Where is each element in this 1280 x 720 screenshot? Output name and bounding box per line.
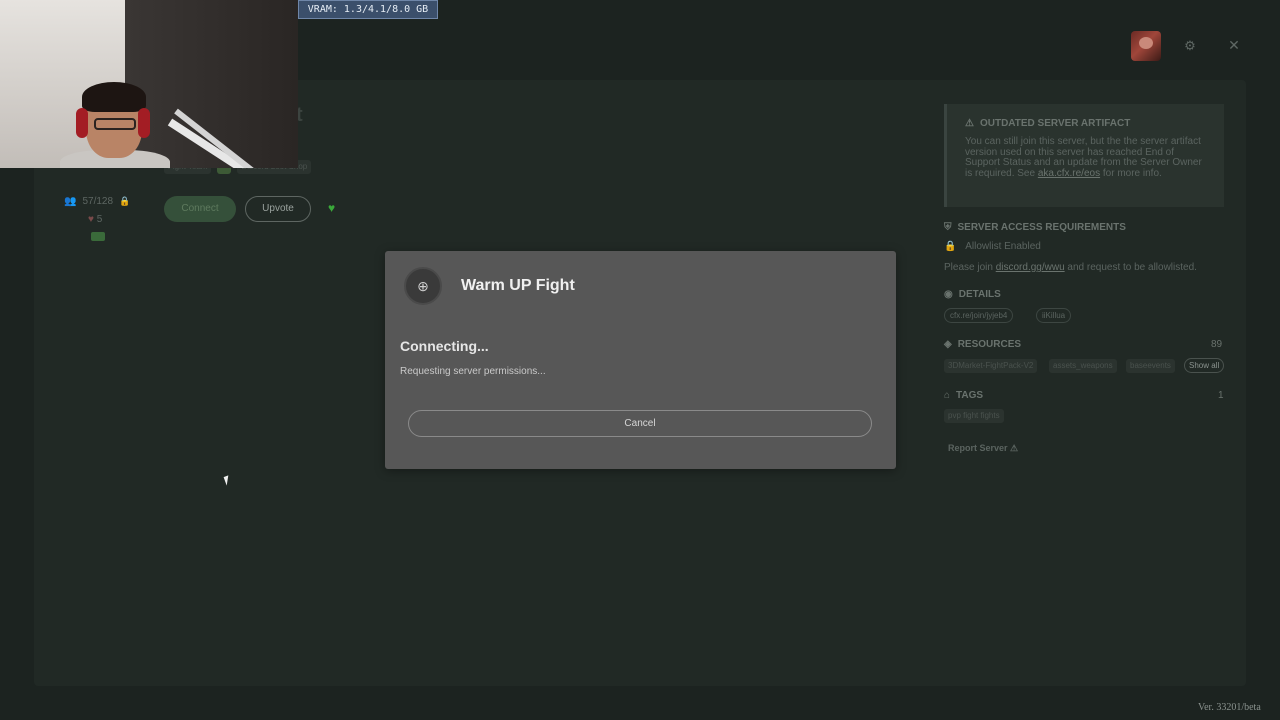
- vram-overlay: VRAM: 1.3/4.1/8.0 GB: [298, 0, 438, 19]
- report-server-link[interactable]: Report Server ⚠: [948, 443, 1018, 454]
- lock-icon: 🔒: [119, 196, 131, 206]
- join-url-chip[interactable]: cfx.re/join/jyjeb4: [944, 308, 1014, 323]
- access-title-text: SERVER ACCESS REQUIREMENTS: [957, 222, 1126, 233]
- player-count: 👥 57/128 🔒: [64, 196, 130, 207]
- connect-button[interactable]: Connect: [164, 196, 236, 222]
- server-logo-icon: ⊕: [404, 267, 442, 305]
- cancel-button[interactable]: Cancel: [408, 410, 872, 437]
- favorite-heart-icon[interactable]: ♥: [328, 201, 335, 215]
- details-title: ◉ DETAILS: [944, 289, 1001, 300]
- warning-tail-text: for more info.: [1102, 167, 1162, 179]
- allowlist-instructions: Please join discord.gg/wwu and request t…: [944, 262, 1197, 273]
- resources-title-text: RESOURCES: [957, 339, 1022, 350]
- cube-icon: ◈: [944, 339, 952, 350]
- owner-chip[interactable]: iiKillua: [1036, 308, 1072, 323]
- join-prefix: Please join: [944, 262, 993, 273]
- warning-title-text: OUTDATED SERVER ARTIFACT: [979, 118, 1131, 129]
- warning-icon: ⚠: [965, 118, 974, 129]
- resource-chip: assets_weapons: [1049, 359, 1117, 373]
- warning-title: ⚠ OUTDATED SERVER ARTIFACT: [965, 118, 1206, 129]
- resource-chip: baseevents: [1126, 359, 1175, 373]
- lock-icon: 🔒: [944, 241, 957, 252]
- upvote-count: ♥ 5: [88, 214, 102, 225]
- upvote-count-value: 5: [96, 214, 103, 225]
- details-title-text: DETAILS: [958, 289, 1001, 300]
- allowlist-status: 🔒 Allowlist Enabled: [944, 241, 1041, 252]
- dialog-substatus: Requesting server permissions...: [400, 366, 546, 377]
- tags-count: 1: [1218, 390, 1224, 401]
- shield-icon: ⛨: [944, 222, 952, 233]
- resources-title: ◈ RESOURCES: [944, 339, 1021, 350]
- heart-icon: ♥: [88, 214, 94, 225]
- tag-icon: ⌂: [944, 390, 951, 401]
- upvote-button[interactable]: Upvote: [245, 196, 311, 222]
- eos-link[interactable]: aka.cfx.re/eos: [1038, 168, 1100, 179]
- allowlist-text: Allowlist Enabled: [965, 241, 1041, 252]
- join-suffix: and request to be allowlisted.: [1067, 262, 1197, 273]
- dialog-server-title: Warm UP Fight: [461, 277, 575, 294]
- dialog-status: Connecting...: [400, 338, 489, 354]
- tags-title-text: TAGS: [956, 390, 984, 401]
- version-label: Ver. 33201/beta: [1198, 702, 1261, 713]
- tag-chip[interactable]: pvp fight fights: [944, 409, 1004, 423]
- outdated-artifact-warning: ⚠ OUTDATED SERVER ARTIFACT You can still…: [944, 104, 1224, 207]
- discord-link[interactable]: discord.gg/wwu: [996, 262, 1065, 273]
- status-badge: [91, 232, 105, 241]
- players-icon: 👥: [64, 196, 77, 207]
- resource-chip: 3DMarket-FightPack-V2: [944, 359, 1038, 373]
- report-label: Report Server: [948, 443, 1008, 453]
- close-icon[interactable]: ✕: [1226, 37, 1242, 53]
- user-avatar[interactable]: [1131, 31, 1161, 61]
- warning-body: You can still join this server, but the …: [965, 136, 1206, 179]
- warning-icon: ⚠: [1010, 443, 1019, 453]
- resources-count: 89: [1211, 339, 1223, 350]
- access-requirements-title: ⛨ SERVER ACCESS REQUIREMENTS: [944, 222, 1126, 233]
- webcam-overlay: [0, 0, 298, 168]
- tags-title: ⌂ TAGS: [944, 390, 983, 401]
- show-all-button[interactable]: Show all: [1184, 358, 1225, 373]
- eye-icon: ◉: [944, 289, 953, 300]
- player-count-value: 57/128: [82, 196, 114, 207]
- settings-icon[interactable]: ⚙: [1182, 38, 1198, 54]
